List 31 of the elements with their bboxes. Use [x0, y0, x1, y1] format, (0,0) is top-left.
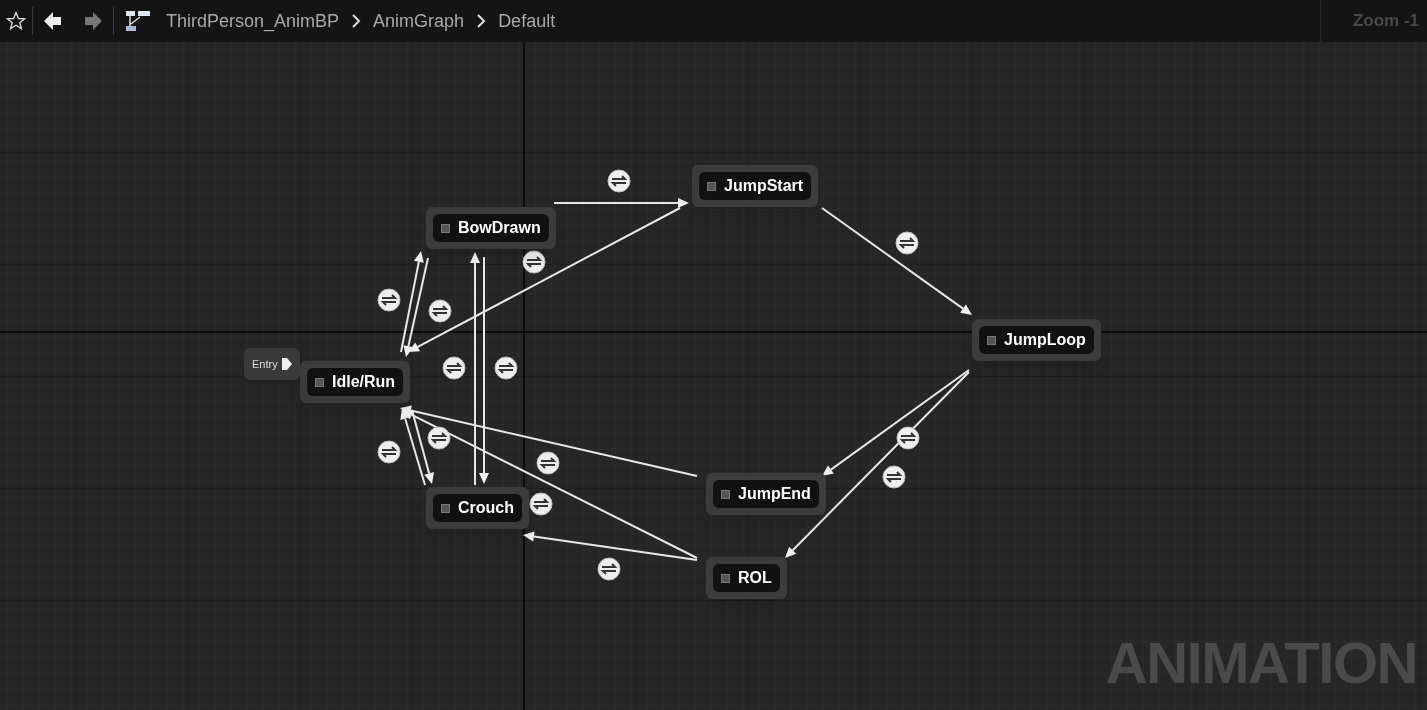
state-icon — [315, 377, 324, 387]
state-icon — [721, 489, 730, 499]
state-name: ROL — [738, 568, 772, 588]
state-icon — [721, 573, 730, 583]
state-name: JumpStart — [724, 176, 804, 196]
state-name: JumpEnd — [738, 484, 811, 504]
state-name: BowDrawn — [458, 218, 541, 238]
breadcrumb-link[interactable]: Default — [498, 7, 556, 35]
chevron-icon — [351, 13, 362, 29]
state-node[interactable]: JumpLoop — [972, 319, 1101, 361]
state-icon — [441, 223, 450, 233]
state-node[interactable]: ROL — [706, 557, 787, 599]
state-name: Crouch — [458, 498, 514, 518]
breadcrumb-link[interactable]: ThirdPerson_AnimBP — [166, 7, 340, 35]
breadcrumb-link[interactable]: AnimGraph — [373, 7, 465, 35]
graph-hierarchy-icon — [126, 10, 150, 32]
state-name: JumpLoop — [1004, 330, 1086, 350]
state-node[interactable]: JumpStart — [692, 165, 819, 207]
state-icon — [707, 181, 716, 191]
entry-label: Entry — [252, 356, 278, 372]
state-node[interactable]: Idle/Run — [300, 361, 411, 403]
star-icon — [6, 11, 26, 31]
output-pin-icon[interactable] — [281, 358, 292, 370]
state-icon — [441, 503, 450, 513]
chevron-icon — [476, 13, 487, 29]
state-node[interactable]: JumpEnd — [706, 473, 826, 515]
state-name: Idle/Run — [332, 372, 396, 392]
state-icon — [987, 335, 996, 345]
state-node[interactable]: BowDrawn — [426, 207, 556, 249]
state-node[interactable]: Crouch — [426, 487, 529, 529]
entry-node[interactable]: Entry — [244, 348, 300, 380]
